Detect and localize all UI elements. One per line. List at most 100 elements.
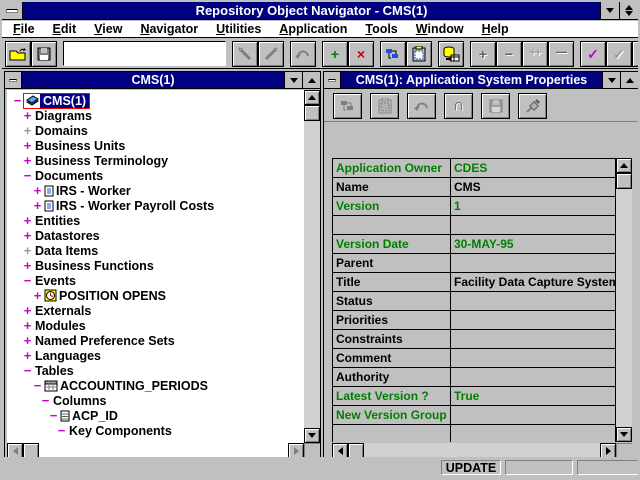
function-button[interactable]: ↘ƒ (632, 41, 640, 67)
tree-item-position-opens[interactable]: +POSITION OPENS (7, 288, 304, 303)
expand-icon[interactable]: + (22, 258, 33, 273)
menu-edit[interactable]: Edit (44, 22, 86, 36)
expand-icon[interactable]: + (22, 243, 33, 258)
intersect-button[interactable]: ∩ (444, 93, 473, 119)
menu-application[interactable]: Application (270, 22, 356, 36)
property-value[interactable]: CMS (451, 178, 616, 197)
tree-item-accounting-periods[interactable]: −ACCOUNTING_PERIODS (7, 378, 304, 393)
unmark-button[interactable]: ✓ (606, 41, 632, 67)
property-value[interactable]: 1 (451, 197, 616, 216)
minimize-button[interactable] (600, 2, 619, 19)
property-value[interactable] (451, 254, 616, 273)
tree-item-irs-worker[interactable]: +IRS - Worker (7, 183, 304, 198)
expand-icon[interactable]: + (22, 108, 33, 123)
undo-properties-button[interactable] (407, 93, 436, 119)
property-row[interactable]: Application OwnerCDES (333, 159, 616, 178)
find-input[interactable] (63, 41, 226, 66)
property-row[interactable]: TitleFacility Data Capture System (333, 273, 616, 292)
collapse-icon[interactable]: − (48, 408, 59, 423)
expand-icon[interactable]: + (22, 303, 33, 318)
menu-help[interactable]: Help (473, 22, 518, 36)
tree-item-events[interactable]: −Events (7, 273, 304, 288)
menu-view[interactable]: View (85, 22, 131, 36)
tree-item-diagrams[interactable]: +Diagrams (7, 108, 304, 123)
property-value[interactable]: True (451, 387, 616, 406)
menu-tools[interactable]: Tools (356, 22, 406, 36)
expand-icon[interactable]: + (32, 198, 43, 213)
collapse-icon[interactable]: − (22, 273, 33, 288)
collapse-icon[interactable]: − (56, 423, 67, 438)
tree-item-key-components[interactable]: −Key Components (7, 423, 304, 438)
tree-item-columns[interactable]: −Columns (7, 393, 304, 408)
scroll-up-button[interactable] (304, 90, 320, 105)
undo-button[interactable] (290, 41, 316, 67)
property-value[interactable]: Facility Data Capture System (451, 273, 616, 292)
collapse-all-button[interactable]: −− (548, 41, 574, 67)
paste-properties-button[interactable] (370, 93, 399, 119)
property-row[interactable]: Parent (333, 254, 616, 273)
scroll-down-button[interactable] (616, 427, 632, 442)
tree-item-cms[interactable]: − CMS(1) (7, 93, 304, 108)
scroll-down-button[interactable] (304, 428, 320, 443)
scrollbar-thumb[interactable] (616, 173, 632, 189)
tree-item-irs-worker-payroll[interactable]: +IRS - Worker Payroll Costs (7, 198, 304, 213)
properties-maximize-button[interactable] (620, 72, 638, 88)
property-row[interactable]: Priorities (333, 311, 616, 330)
property-value[interactable] (451, 292, 616, 311)
collapse-icon[interactable]: − (12, 93, 23, 108)
property-row[interactable]: Latest Version ?True (333, 387, 616, 406)
tree-item-named-preference-sets[interactable]: +Named Preference Sets (7, 333, 304, 348)
paste-object-button[interactable] (406, 41, 432, 67)
tree-item-data-items[interactable]: +Data Items (7, 243, 304, 258)
expand-icon[interactable]: + (22, 318, 33, 333)
property-row[interactable]: Constraints (333, 330, 616, 349)
collapse-icon[interactable]: − (40, 393, 51, 408)
copy-object-button[interactable] (380, 41, 406, 67)
tree-item-documents[interactable]: −Documents (7, 168, 304, 183)
property-value[interactable] (451, 368, 616, 387)
property-value[interactable] (451, 349, 616, 368)
collapse-button[interactable]: − (496, 41, 522, 67)
tree-item-business-units[interactable]: +Business Units (7, 138, 304, 153)
property-value[interactable] (451, 311, 616, 330)
property-value[interactable]: CDES (451, 159, 616, 178)
tree-item-domains[interactable]: +Domains (7, 123, 304, 138)
menu-utilities[interactable]: Utilities (207, 22, 270, 36)
expand-icon[interactable]: + (22, 153, 33, 168)
expand-icon[interactable]: + (32, 183, 43, 198)
tree-item-languages[interactable]: +Languages (7, 348, 304, 363)
property-row[interactable]: Version1 (333, 197, 616, 216)
open-button[interactable] (5, 41, 31, 67)
tree-item-datastores[interactable]: +Datastores (7, 228, 304, 243)
property-row[interactable]: Version Date30-MAY-95 (333, 235, 616, 254)
expand-icon[interactable]: + (22, 228, 33, 243)
expand-icon[interactable]: + (32, 288, 43, 303)
delete-object-button[interactable]: × (348, 41, 374, 67)
menu-window[interactable]: Window (407, 22, 473, 36)
save-button[interactable] (31, 41, 57, 67)
property-row[interactable]: Status (333, 292, 616, 311)
tree-item-acp-id[interactable]: −ACP_ID (7, 408, 304, 423)
property-value[interactable] (451, 330, 616, 349)
mark-button[interactable]: ✓ (580, 41, 606, 67)
tree-item-externals[interactable]: +Externals (7, 303, 304, 318)
navigator-minimize-button[interactable] (284, 72, 302, 88)
property-value[interactable] (451, 216, 616, 235)
property-row[interactable]: New Version Group (333, 406, 616, 425)
navigator-maximize-button[interactable] (302, 72, 320, 88)
copy-properties-button[interactable] (333, 93, 362, 119)
navigator-system-menu[interactable] (5, 72, 22, 88)
properties-system-menu[interactable] (324, 72, 341, 88)
collapse-icon[interactable]: − (32, 378, 43, 393)
scroll-up-button[interactable] (616, 158, 632, 173)
expand-icon[interactable]: + (22, 348, 33, 363)
property-value[interactable] (451, 425, 616, 442)
tree-item-business-functions[interactable]: +Business Functions (7, 258, 304, 273)
expand-button[interactable]: + (470, 41, 496, 67)
property-row[interactable] (333, 216, 616, 235)
collapse-icon[interactable]: − (22, 363, 33, 378)
properties-minimize-button[interactable] (602, 72, 620, 88)
table-vertical-scrollbar[interactable] (616, 158, 632, 442)
pin-button[interactable] (518, 93, 547, 119)
menu-navigator[interactable]: Navigator (131, 22, 207, 36)
